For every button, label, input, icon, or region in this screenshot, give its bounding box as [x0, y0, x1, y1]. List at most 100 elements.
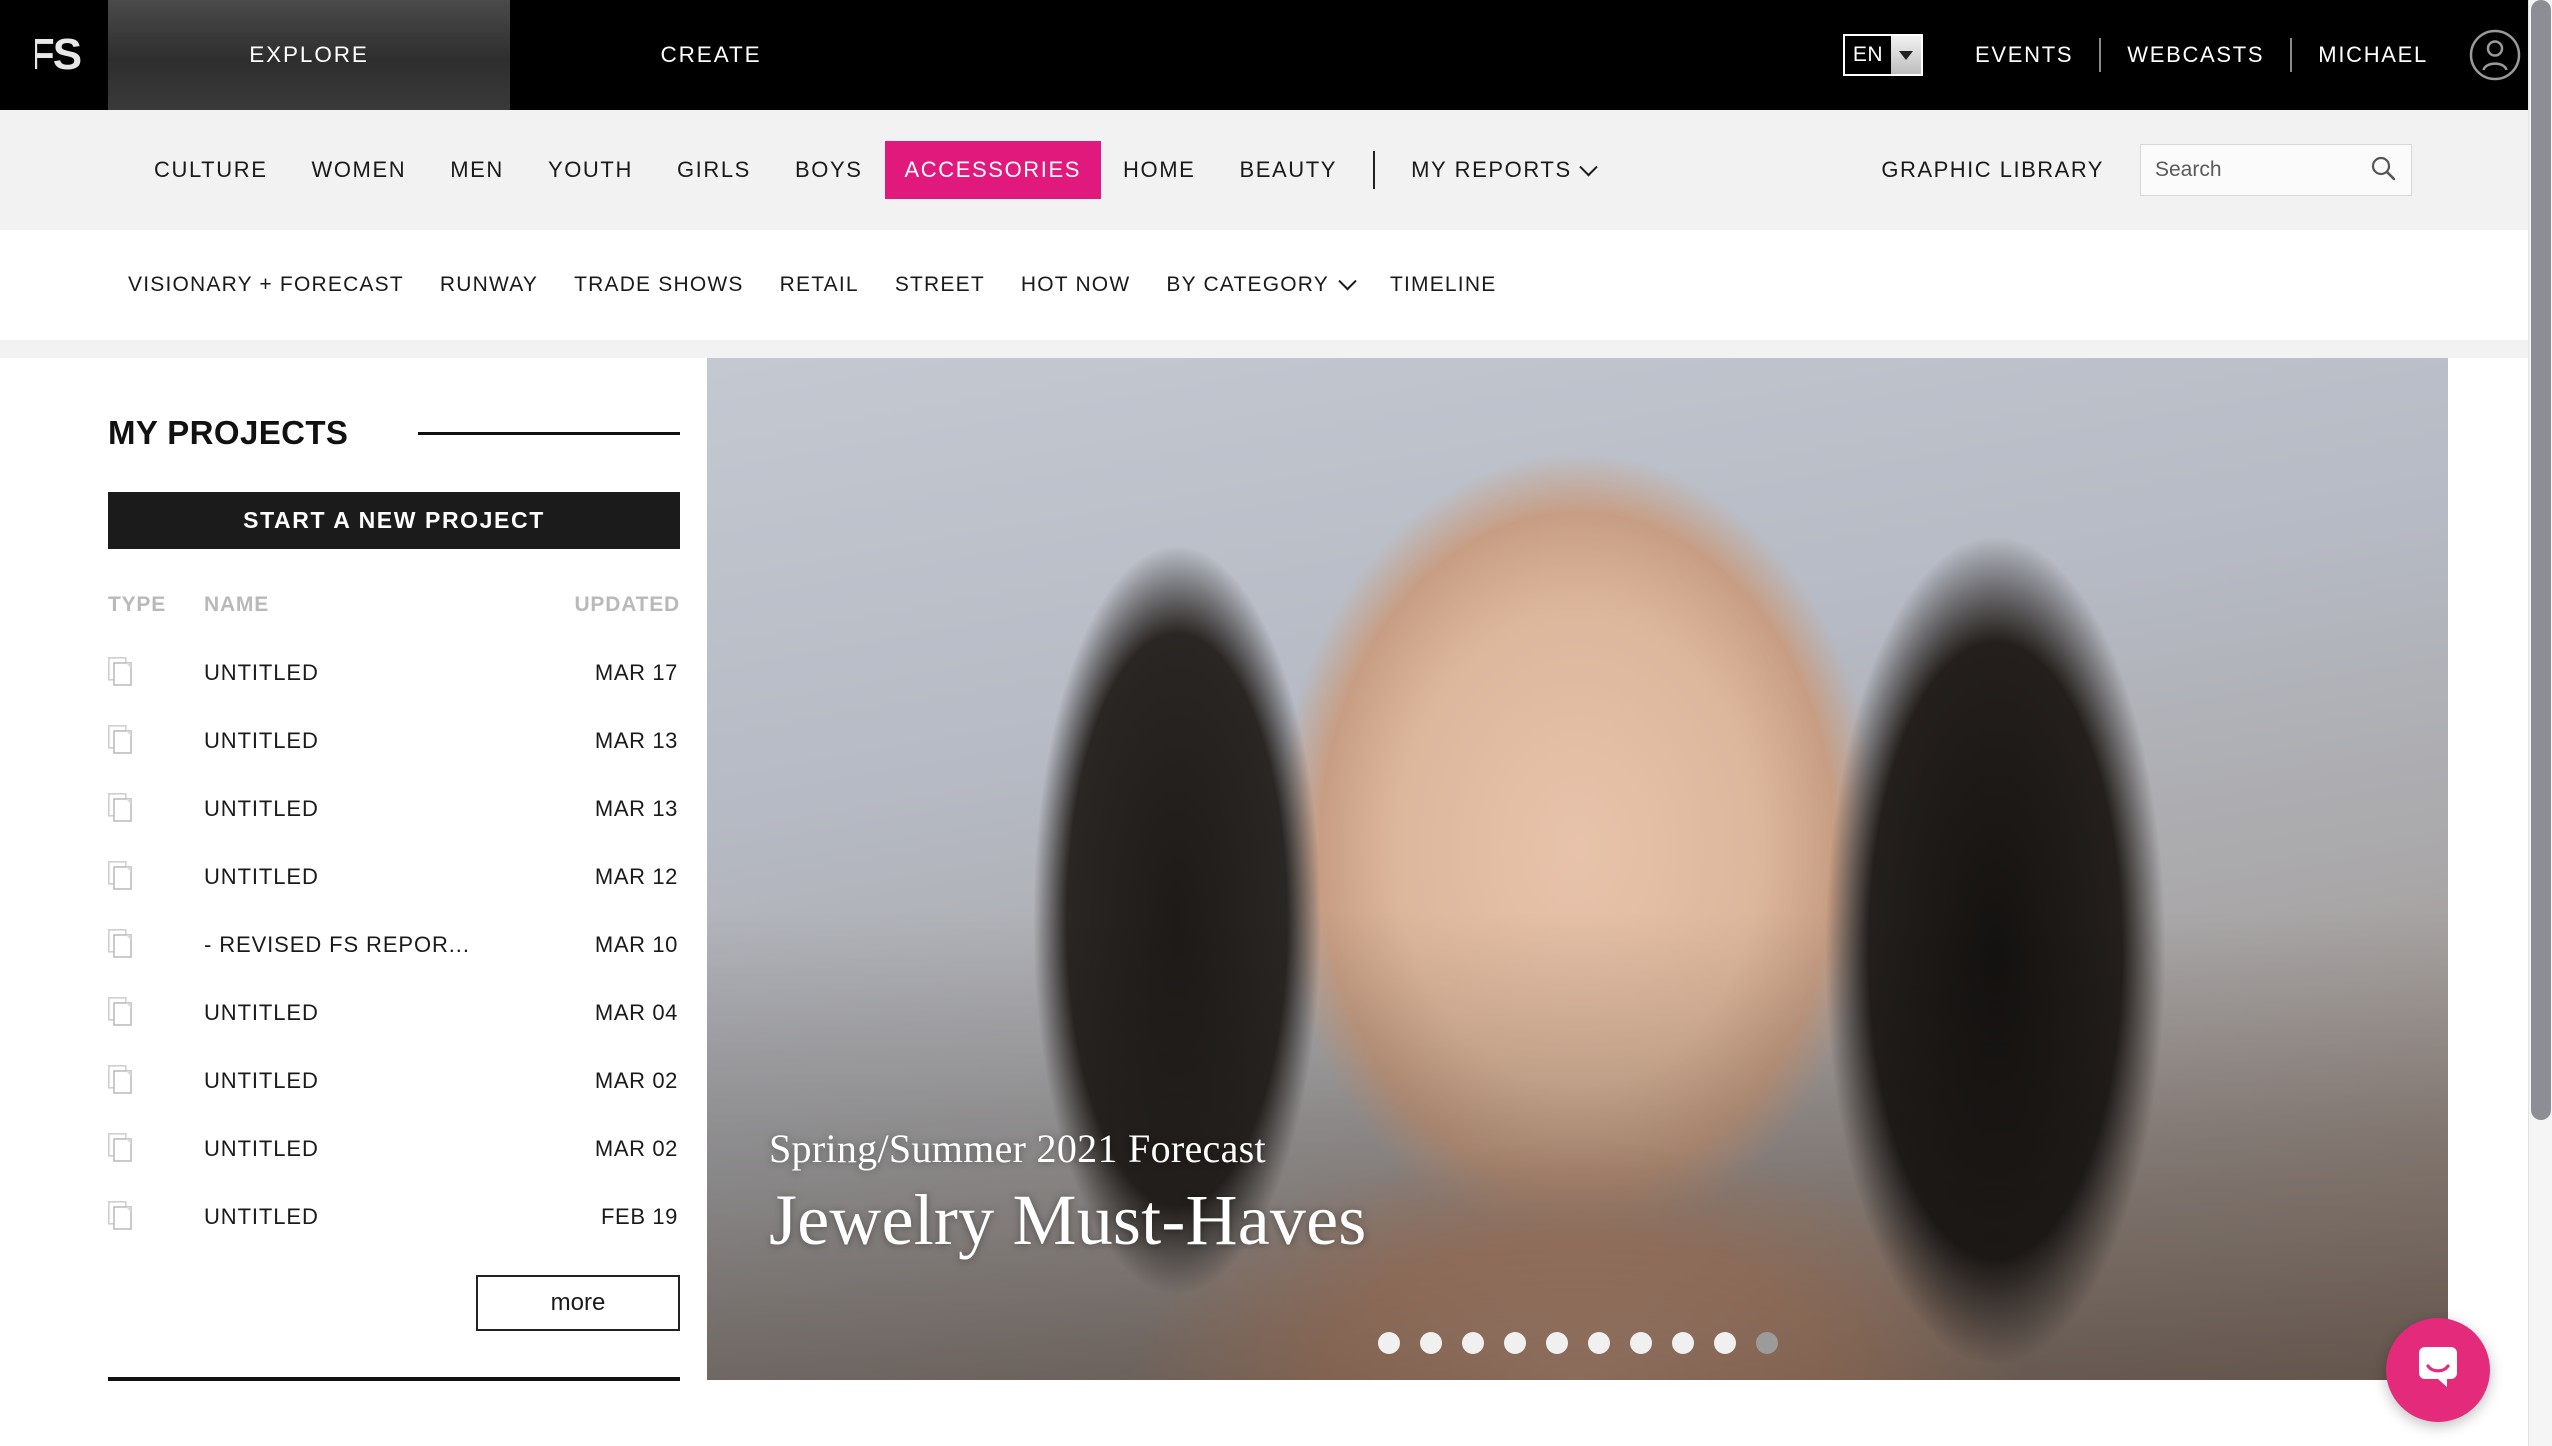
mainnav-item-accessories[interactable]: ACCESSORIES — [884, 141, 1102, 199]
more-button-wrap: more — [108, 1275, 680, 1331]
table-row[interactable]: - REVISED FS REPOR... MAR 10 — [108, 911, 680, 979]
main-nav-right-group: GRAPHIC LIBRARY — [1881, 144, 2552, 196]
carousel-dot[interactable] — [1503, 1332, 1526, 1354]
projects-table: TYPE NAME UPDATED UNTITLED MAR 17 UNTITLED… — [108, 593, 680, 1251]
carousel-dot[interactable] — [1629, 1332, 1652, 1354]
by-category-label: BY CATEGORY — [1166, 273, 1329, 296]
project-name: UNTITLED — [204, 728, 319, 753]
documents-icon — [108, 793, 204, 825]
project-name: UNTITLED — [204, 864, 319, 889]
table-row[interactable]: UNTITLED MAR 02 — [108, 1115, 680, 1183]
scrollbar-thumb[interactable] — [2531, 0, 2551, 1120]
graphic-library-link[interactable]: GRAPHIC LIBRARY — [1881, 157, 2104, 183]
subnav-item-street[interactable]: STREET — [877, 263, 1003, 307]
carousel-dot[interactable] — [1377, 1332, 1400, 1354]
carousel-dot[interactable] — [1755, 1332, 1778, 1354]
mainnav-item-my-reports[interactable]: MY REPORTS — [1389, 143, 1617, 197]
mainnav-item-beauty[interactable]: BEAUTY — [1217, 143, 1359, 197]
mainnav-item-youth[interactable]: YOUTH — [526, 143, 655, 197]
primary-mode-nav: EXPLORE CREATE — [108, 0, 912, 125]
subnav-item-retail[interactable]: RETAIL — [762, 263, 877, 307]
column-header-type: TYPE — [108, 593, 167, 616]
carousel-dots[interactable] — [1377, 1332, 1778, 1354]
documents-icon — [108, 861, 204, 893]
project-name: UNTITLED — [204, 1136, 319, 1161]
topbar-user-name[interactable]: MICHAEL — [2292, 42, 2454, 68]
table-row[interactable]: UNTITLED MAR 13 — [108, 707, 680, 775]
title-rule — [418, 432, 680, 435]
top-header-bar: FS EXPLORE CREATE EN EVENTS WEBCASTS MIC… — [0, 0, 2552, 125]
subnav-item-by-category[interactable]: BY CATEGORY — [1148, 263, 1372, 307]
page-scrollbar[interactable] — [2528, 0, 2552, 1446]
chevron-down-icon — [1338, 272, 1357, 291]
mainnav-item-women[interactable]: WOMEN — [289, 143, 428, 197]
project-updated: MAR 17 — [594, 660, 678, 685]
hero-caption[interactable]: Spring/Summer 2021 Forecast Jewelry Must… — [769, 1127, 1366, 1262]
user-avatar-icon[interactable] — [2468, 28, 2522, 82]
mainnav-item-girls[interactable]: GIRLS — [655, 143, 773, 197]
mainnav-item-culture[interactable]: CULTURE — [132, 143, 289, 197]
table-row[interactable]: UNTITLED MAR 04 — [108, 979, 680, 1047]
project-updated: MAR 02 — [594, 1136, 678, 1161]
documents-icon — [108, 1065, 204, 1097]
page-title: MY PROJECTS — [108, 414, 349, 451]
table-row[interactable]: UNTITLED MAR 17 — [108, 639, 680, 707]
main-category-nav: CULTURE WOMEN MEN YOUTH GIRLS BOYS ACCES… — [0, 110, 2552, 230]
table-row[interactable]: UNTITLED MAR 02 — [108, 1047, 680, 1115]
project-name: - REVISED FS REPOR... — [204, 932, 470, 957]
page-content: MY PROJECTS START A NEW PROJECT TYPE NAM… — [0, 358, 2552, 1446]
topbar-link-events[interactable]: EVENTS — [1949, 42, 2099, 68]
search-box[interactable] — [2140, 144, 2412, 196]
section-divider-band — [0, 340, 2552, 358]
start-new-project-button[interactable]: START A NEW PROJECT — [108, 492, 680, 549]
mainnav-item-boys[interactable]: BOYS — [773, 143, 885, 197]
site-logo[interactable]: FS — [0, 0, 108, 110]
mainnav-item-men[interactable]: MEN — [428, 143, 526, 197]
divider — [1373, 151, 1376, 189]
projects-table-body: UNTITLED MAR 17 UNTITLED MAR 13 UNTITLED MAR … — [108, 639, 680, 1251]
more-button[interactable]: more — [476, 1275, 680, 1331]
subnav-item-timeline[interactable]: TIMELINE — [1372, 263, 1514, 307]
language-value: EN — [1852, 43, 1883, 66]
topnav-item-explore[interactable]: EXPLORE — [108, 0, 510, 125]
column-header-updated: UPDATED — [574, 593, 680, 616]
search-icon[interactable] — [2369, 154, 2397, 187]
subnav-item-trade-shows[interactable]: TRADE SHOWS — [556, 263, 762, 307]
mainnav-item-home[interactable]: HOME — [1101, 143, 1217, 197]
project-updated: MAR 12 — [594, 864, 678, 889]
subnav-item-runway[interactable]: RUNWAY — [422, 263, 556, 307]
topnav-explore-label: EXPLORE — [249, 42, 369, 67]
project-updated: MAR 04 — [594, 1000, 678, 1025]
topnav-item-create[interactable]: CREATE — [510, 0, 912, 110]
table-row[interactable]: UNTITLED MAR 12 — [108, 843, 680, 911]
carousel-dot[interactable] — [1545, 1332, 1568, 1354]
chat-bubble-smiley-icon — [2411, 1341, 2465, 1400]
project-name: UNTITLED — [204, 660, 319, 685]
table-row[interactable]: UNTITLED FEB 19 — [108, 1183, 680, 1251]
projects-table-header: TYPE NAME UPDATED — [108, 593, 680, 639]
language-selector[interactable]: EN — [1842, 34, 1923, 76]
subnav-item-visionary-forecast[interactable]: VISIONARY + FORECAST — [110, 263, 422, 307]
topbar-link-webcasts[interactable]: WEBCASTS — [2101, 42, 2290, 68]
project-updated: MAR 02 — [594, 1068, 678, 1093]
panel-bottom-rule — [108, 1377, 680, 1381]
project-name: UNTITLED — [204, 1068, 319, 1093]
project-updated: MAR 13 — [594, 796, 678, 821]
search-input[interactable] — [2155, 158, 2369, 182]
my-reports-label: MY REPORTS — [1411, 157, 1572, 182]
section-sub-nav: VISIONARY + FORECAST RUNWAY TRADE SHOWS … — [0, 230, 2552, 340]
hero-carousel[interactable]: Spring/Summer 2021 Forecast Jewelry Must… — [707, 358, 2448, 1380]
subnav-item-hot-now[interactable]: HOT NOW — [1003, 263, 1149, 307]
project-name: UNTITLED — [204, 796, 319, 821]
carousel-dot[interactable] — [1419, 1332, 1442, 1354]
carousel-dot[interactable] — [1671, 1332, 1694, 1354]
my-projects-header: MY PROJECTS — [108, 414, 680, 452]
carousel-dot[interactable] — [1587, 1332, 1610, 1354]
carousel-dot[interactable] — [1713, 1332, 1736, 1354]
documents-icon — [108, 997, 204, 1029]
hero-title: Jewelry Must-Haves — [769, 1180, 1367, 1261]
carousel-dot[interactable] — [1461, 1332, 1484, 1354]
table-row[interactable]: UNTITLED MAR 13 — [108, 775, 680, 843]
chevron-down-icon — [1579, 157, 1598, 177]
chat-launcher-button[interactable] — [2386, 1318, 2490, 1422]
